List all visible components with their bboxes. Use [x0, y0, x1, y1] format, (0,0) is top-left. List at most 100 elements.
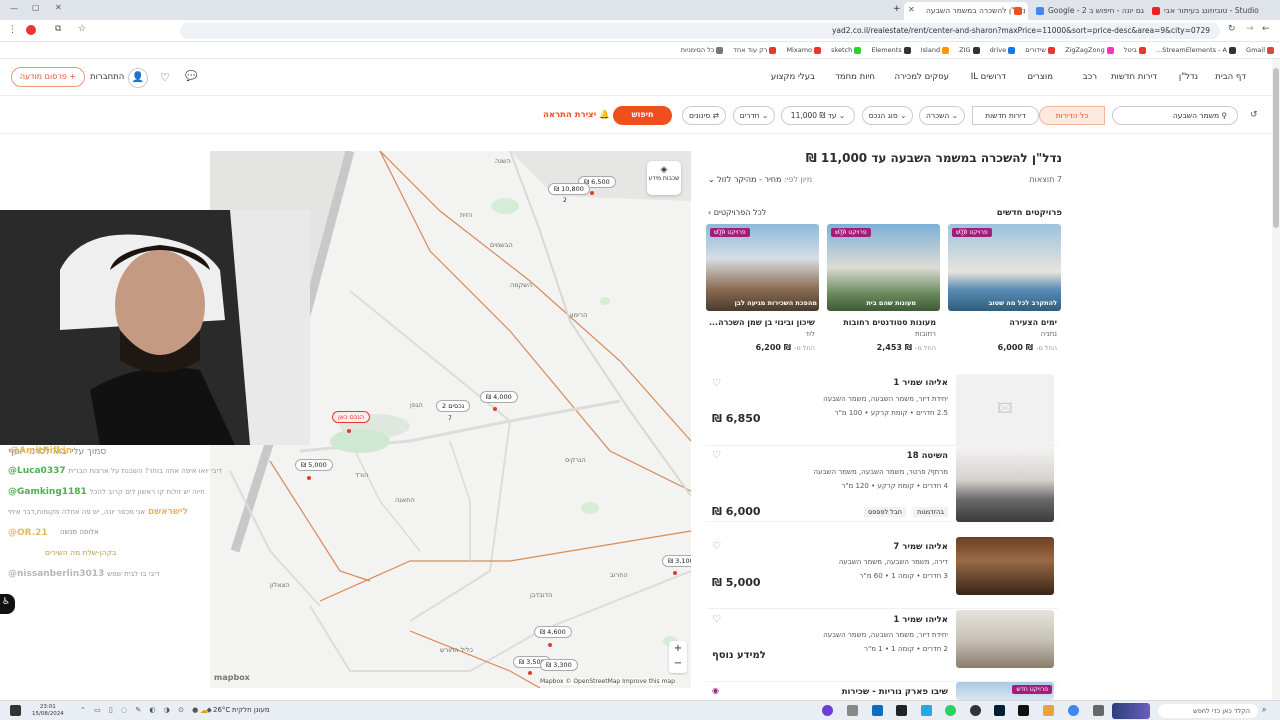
close-icon[interactable]: ✕ [908, 5, 915, 14]
bookmark-item[interactable]: StreamElements - A... [1156, 46, 1236, 54]
menu-icon[interactable]: ⋮ [8, 25, 17, 35]
favorite-heart-icon[interactable]: ♡ [712, 614, 721, 625]
extensions-icon[interactable]: ⧉ [55, 24, 61, 34]
app-icon[interactable] [1018, 705, 1029, 716]
nav-products[interactable]: מוצרים [1028, 72, 1053, 82]
bookmark-item[interactable]: sketch [831, 46, 862, 54]
post-ad-button[interactable]: + פרסום מודעה [11, 67, 85, 87]
favorite-heart-icon[interactable]: ♡ [712, 541, 721, 552]
folder-icon[interactable] [1043, 705, 1054, 716]
browser-tab-active[interactable]: ✕ נדל"ן להשכרה במשמר השבעה [904, 2, 1028, 20]
photoshop-icon[interactable] [994, 705, 1005, 716]
bookmark-item[interactable]: כל הסימניות [681, 46, 724, 54]
reload-icon[interactable]: ↻ [1228, 24, 1236, 34]
chat-icon[interactable]: 💬 [185, 71, 197, 82]
nav-realestate[interactable]: נדל"ן [1179, 72, 1198, 82]
map-layers-button[interactable]: ◈ שכבות מידע [647, 161, 681, 195]
price-dropdown[interactable]: עד ₪ 11,000 ⌄ [781, 106, 855, 125]
property-type-dropdown[interactable]: סוג הנכס ⌄ [862, 106, 913, 125]
map-price-pin[interactable]: ₪ 4,000 [480, 391, 518, 403]
map-cluster-pin[interactable]: 2 נכסים [436, 400, 471, 412]
taskbar-search-input[interactable]: הקלד כאן כדי לחפש [1158, 704, 1258, 718]
more-filters-button[interactable]: סינונים ⇄ [682, 106, 726, 125]
nav-pets[interactable]: חיות מחמד [835, 72, 875, 82]
user-icon[interactable]: 👤 [128, 68, 148, 88]
tab-new-apartments[interactable]: דירות חדשות [972, 106, 1039, 125]
all-projects-link[interactable]: לכל הפרויקטים › [708, 208, 766, 217]
zoom-in-button[interactable]: + [669, 641, 687, 656]
favorite-heart-icon[interactable]: ♡ [712, 450, 721, 461]
bookmark-item[interactable]: ZigZagZong [1065, 46, 1114, 54]
bookmark-item[interactable]: ZIG [959, 46, 980, 54]
new-tab-icon[interactable]: + [893, 4, 901, 14]
city-search-input[interactable]: ⚲ משמר השבעה [1112, 106, 1238, 125]
nav-cars[interactable]: רכב [1083, 72, 1097, 82]
rooms-dropdown[interactable]: חדרים ⌄ [733, 106, 775, 125]
map-price-pin[interactable]: ₪ 3,300 [540, 659, 578, 671]
back-icon[interactable]: ← [1262, 24, 1270, 34]
nav-jobs[interactable]: דרושים IL [971, 72, 1006, 82]
scrollbar-thumb[interactable] [1273, 68, 1279, 228]
bookmark-item[interactable]: רק עוד אחד [733, 46, 777, 54]
project-card[interactable]: פרויקט חדש ♡ מהפכת השכירות מגיעה לבן שיכ… [706, 224, 819, 358]
favorite-heart-icon[interactable]: ♡ [716, 228, 725, 239]
zoom-out-button[interactable]: − [669, 656, 687, 671]
chrome-icon[interactable] [1068, 705, 1079, 716]
forward-icon[interactable]: → [1246, 24, 1254, 34]
sort-dropdown[interactable]: מיון לפי: מחיר - מהיקר לזול ⌄ [708, 175, 812, 184]
start-menu-icon[interactable] [10, 705, 21, 716]
deal-type-dropdown[interactable]: השכרה ⌄ [919, 106, 965, 125]
project-card[interactable]: פרויקט חדש ♡ מעונות שהם בית מעונות סטודנ… [827, 224, 940, 358]
listing-card[interactable]: אליהו שמיר 7 דירה, משמר השבעה, משמר השבע… [706, 535, 1058, 609]
create-alert-button[interactable]: יצירת התראה 🔔 [543, 110, 610, 120]
listing-card[interactable]: פרויקט חדש שיבו פארק נוריות - שכירות ◉ [706, 680, 1058, 700]
bookmark-item[interactable]: שידורים [1025, 46, 1056, 54]
app-icon[interactable] [847, 705, 858, 716]
favorite-heart-icon[interactable]: ♡ [712, 378, 721, 389]
history-icon[interactable]: ↺ [1250, 110, 1258, 120]
map-price-pin[interactable]: ₪ 3,100 [662, 555, 691, 567]
listing-card[interactable]: השיטה 18 מרתף/ פרטר, משמר השבעה, משמר הש… [706, 444, 1058, 522]
map-price-pin[interactable]: ₪ 4,600 [534, 626, 572, 638]
app-icon[interactable] [822, 705, 833, 716]
weather-temp[interactable]: 26°C [213, 706, 230, 714]
app-icon[interactable] [1093, 705, 1104, 716]
listing-card[interactable]: אליהו שמיר 1 יחידת דיור, משמר השבעה, משמ… [706, 608, 1058, 682]
map-selected-pin[interactable]: הנכס כאן [332, 411, 371, 423]
bookmark-star-icon[interactable]: ☆ [78, 24, 86, 34]
favorite-heart-icon[interactable]: ♡ [837, 228, 846, 239]
bookmark-item[interactable]: Mixamo [786, 46, 822, 54]
close-window-icon[interactable]: ✕ [55, 3, 62, 12]
app-icon[interactable] [970, 705, 981, 716]
browser-tab[interactable]: Google - 2 גם יונה - חיפוש ב [1030, 2, 1144, 20]
login-link[interactable]: התחברות [90, 72, 124, 82]
nav-home[interactable]: דף הבית [1215, 72, 1246, 82]
bookmark-item[interactable]: drive [990, 46, 1016, 54]
heart-icon[interactable]: ♡ [160, 71, 170, 84]
browser-tab[interactable]: טוביוזונג בעיתור אבי - Studio [1146, 2, 1266, 20]
bookmark-item[interactable]: Island [921, 46, 950, 54]
listing-card[interactable]: 🖾 אליהו שמיר 1 יחידת דיור, משמר השבעה, מ… [706, 372, 1058, 448]
system-tray-icons[interactable]: ⌃ ▭ ▯ ◌ ✎ ◐ ◑ ⊙ ● ◆ [80, 706, 215, 714]
accessibility-icon[interactable]: ♿ [0, 594, 15, 614]
project-card[interactable]: פרויקט חדש ♡ להתקרב לכל מה שטוב ימים הצע… [948, 224, 1061, 358]
clock[interactable]: 23:01 15/08/2024 [32, 704, 64, 718]
nav-business-for-sale[interactable]: עסקים למכירה [895, 72, 949, 82]
bookmark-item[interactable]: ביטל [1124, 46, 1146, 54]
bookmark-item[interactable]: Elements [871, 46, 911, 54]
search-icon[interactable]: ⌕ [1262, 705, 1266, 715]
map-price-pin[interactable]: ₪ 10,800 [548, 183, 590, 195]
whatsapp-icon[interactable] [945, 705, 956, 716]
maximize-icon[interactable]: ▢ [32, 3, 40, 12]
app-icon[interactable] [896, 705, 907, 716]
profile-icon[interactable] [26, 25, 36, 35]
favorite-heart-icon[interactable]: ♡ [958, 228, 967, 239]
app-icon[interactable] [872, 705, 883, 716]
nav-new-apartments[interactable]: דירות חדשות [1111, 72, 1157, 82]
minimize-icon[interactable]: — [10, 4, 18, 13]
map-attribution[interactable]: Mapbox © OpenStreetMap Improve this map [540, 678, 675, 685]
nav-professionals[interactable]: בעלי מקצוע [771, 72, 815, 82]
tab-all-apartments[interactable]: כל הדירות [1039, 106, 1105, 125]
search-button[interactable]: חיפוש [613, 106, 672, 125]
app-icon[interactable] [921, 705, 932, 716]
